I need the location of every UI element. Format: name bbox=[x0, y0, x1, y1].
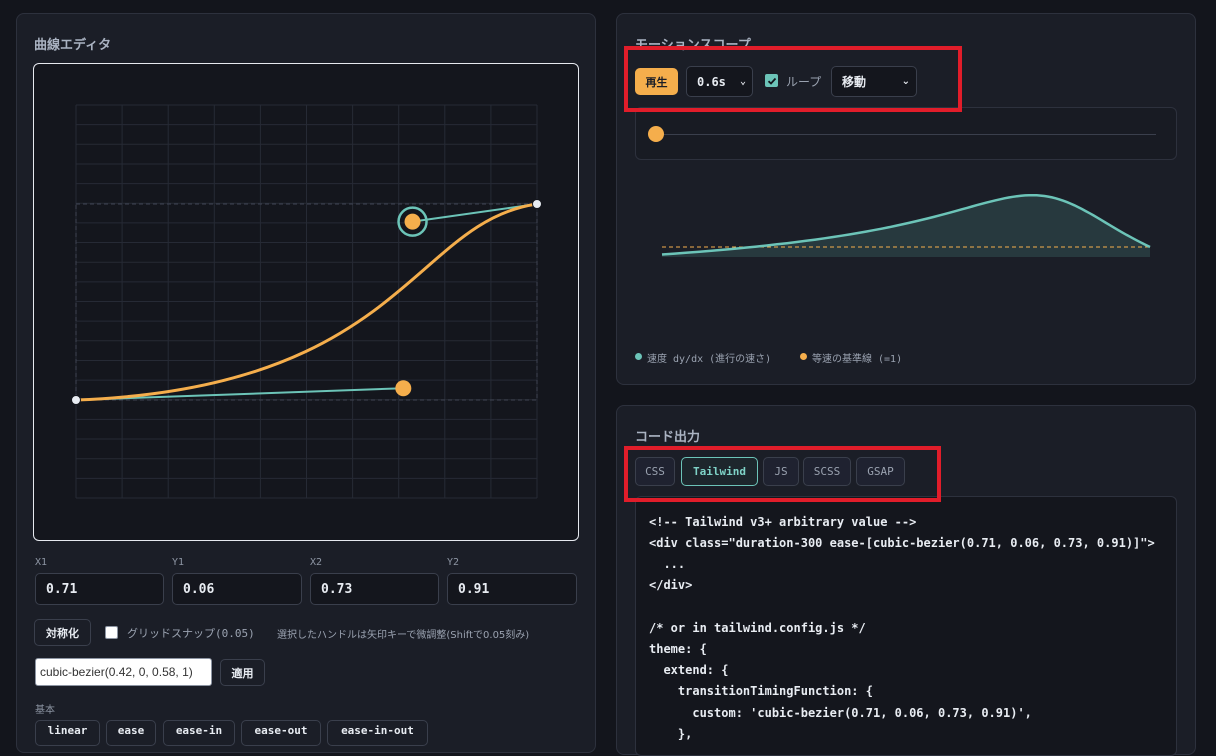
track-line bbox=[656, 134, 1156, 135]
y1-input[interactable]: 0.06 bbox=[172, 573, 302, 605]
apply-button[interactable]: 適用 bbox=[220, 659, 265, 686]
motion-dot bbox=[648, 126, 664, 142]
curve-editor-title: 曲線エディタ bbox=[34, 38, 112, 53]
x2-input[interactable]: 0.73 bbox=[310, 573, 439, 605]
code-line: custom: 'cubic-bezier(0.71, 0.06, 0.73, … bbox=[649, 706, 1032, 720]
code-line: ... bbox=[649, 557, 686, 571]
preset-ease-out[interactable]: ease-out bbox=[241, 720, 321, 746]
code-line: </div> bbox=[649, 578, 693, 592]
code-line: transitionTimingFunction: { bbox=[649, 684, 873, 698]
preset-ease-in-out[interactable]: ease-in-out bbox=[327, 720, 428, 746]
legend-baseline-label: 等速の基準線 (=1) bbox=[812, 354, 903, 365]
motion-preview-track bbox=[635, 107, 1177, 160]
end-point bbox=[532, 199, 542, 209]
highlight-box-scope-controls bbox=[624, 46, 962, 112]
x1-input[interactable]: 0.71 bbox=[35, 573, 164, 605]
preset-ease[interactable]: ease bbox=[106, 720, 156, 746]
start-point bbox=[71, 395, 81, 405]
y2-label: Y2 bbox=[447, 557, 460, 568]
code-line: <div class="duration-300 ease-[cubic-bez… bbox=[649, 536, 1155, 550]
code-line: /* or in tailwind.config.js */ bbox=[649, 621, 866, 635]
curve-canvas[interactable] bbox=[33, 63, 579, 541]
presets-section-label: 基本 bbox=[35, 705, 55, 716]
legend-velocity-label: 速度 dy/dx (進行の速さ) bbox=[647, 354, 772, 365]
code-line: <!-- Tailwind v3+ arbitrary value --> bbox=[649, 515, 917, 529]
preset-ease-in[interactable]: ease-in bbox=[163, 720, 235, 746]
code-output-title: コード出力 bbox=[635, 430, 701, 445]
grid-snap-label: グリッドスナップ(0.05) bbox=[127, 627, 255, 640]
nudge-hint: 選択したハンドルは矢印キーで微調整(Shiftで0.05刻み) bbox=[277, 630, 530, 641]
legend-velocity-dot bbox=[635, 353, 642, 360]
x2-label: X2 bbox=[310, 557, 323, 568]
code-line: extend: { bbox=[649, 663, 729, 677]
legend-baseline-dot bbox=[800, 353, 807, 360]
control-handle-1 bbox=[395, 380, 412, 397]
velocity-graph bbox=[661, 193, 1151, 257]
highlight-box-code-tabs bbox=[624, 446, 941, 502]
x1-label: X1 bbox=[35, 557, 48, 568]
code-line: theme: { bbox=[649, 642, 707, 656]
symmetrize-button[interactable]: 対称化 bbox=[34, 619, 91, 646]
preset-linear[interactable]: linear bbox=[35, 720, 100, 746]
code-line: }, bbox=[649, 727, 693, 741]
y1-label: Y1 bbox=[172, 557, 185, 568]
control-handle-2 bbox=[404, 213, 421, 230]
grid-snap-checkbox[interactable] bbox=[105, 626, 118, 639]
y2-input[interactable]: 0.91 bbox=[447, 573, 577, 605]
bezier-text-input[interactable]: cubic-bezier(0.42, 0, 0.58, 1) bbox=[35, 658, 212, 686]
curve-svg bbox=[71, 104, 542, 499]
